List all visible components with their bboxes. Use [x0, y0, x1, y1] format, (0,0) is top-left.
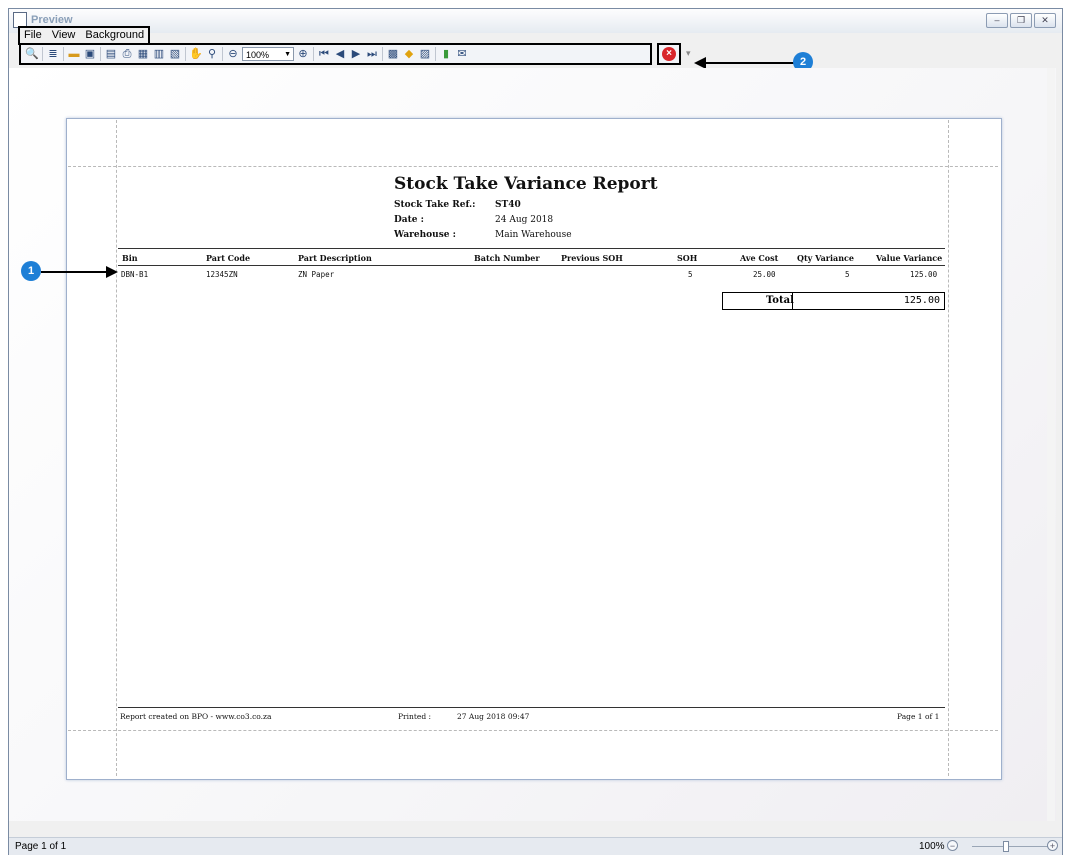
zoom-dropdown[interactable]: 100% ▼ [242, 47, 294, 61]
search-icon[interactable]: 🔍 [25, 47, 39, 61]
warehouse-value: Main Warehouse [495, 230, 572, 240]
magnifier-icon[interactable]: ⚲ [205, 47, 219, 61]
zoom-in-circle-button[interactable]: + [1047, 840, 1058, 851]
margin-guide-left [116, 120, 117, 776]
export-icon[interactable]: ▮ [439, 47, 453, 61]
close-window-button[interactable]: ✕ [1034, 13, 1056, 28]
zoom-in-icon[interactable]: ⊕ [296, 47, 310, 61]
menu-view[interactable]: View [52, 28, 76, 43]
vertical-scrollbar[interactable] [1047, 68, 1055, 821]
margin-guide-bottom [68, 730, 998, 731]
status-bar: Page 1 of 1 100% − + [9, 837, 1062, 855]
multiple-pages-icon[interactable]: ▩ [386, 47, 400, 61]
email-icon[interactable]: ✉ [455, 47, 469, 61]
print-icon[interactable]: ⎙ [120, 47, 134, 61]
footer-page: Page 1 of 1 [897, 712, 940, 721]
table-header-rule [118, 265, 945, 266]
close-preview-icon: × [662, 47, 676, 61]
ref-value: ST40 [495, 200, 521, 210]
minimize-button[interactable]: – [986, 13, 1008, 28]
total-value: 125.00 [903, 295, 940, 306]
zoom-slider-thumb[interactable] [1003, 841, 1009, 852]
margin-guide-right [948, 120, 949, 776]
footer-printed-label: Printed : [398, 712, 432, 721]
watermark-icon[interactable]: ▨ [418, 47, 432, 61]
footer-created: Report created on BPO - www.co3.co.za [120, 712, 272, 721]
date-label: Date : [394, 215, 424, 225]
col-header-value-variance: Value Variance [876, 253, 943, 263]
last-page-icon[interactable]: ⏭ [365, 47, 379, 61]
col-header-ave-cost: Ave Cost [740, 253, 779, 263]
callout-1-badge: 1 [21, 261, 41, 281]
row-soh: 5 [688, 270, 693, 279]
menu-background[interactable]: Background [85, 28, 144, 43]
zoom-dropdown-value: 100% [246, 50, 270, 60]
row-ave-cost: 25.00 [753, 270, 776, 279]
window-title: Preview [31, 14, 73, 26]
ref-label: Stock Take Ref.: [394, 200, 476, 210]
hand-tool-icon[interactable]: ✋ [189, 47, 203, 61]
callout-1-arrowhead [106, 266, 118, 278]
row-qty-variance: 5 [845, 270, 850, 279]
col-header-bin: Bin [122, 253, 138, 263]
title-bar: Preview – ❐ ✕ [9, 9, 1062, 33]
restore-button[interactable]: ❐ [1010, 13, 1032, 28]
margin-guide-top [68, 166, 998, 167]
row-bin: DBN-B1 [121, 270, 149, 279]
status-zoom-value: 100% [919, 841, 945, 852]
zoom-out-icon[interactable]: ⊖ [226, 47, 240, 61]
callout-1-line [41, 271, 107, 273]
warehouse-label: Warehouse : [394, 230, 456, 240]
header-footer-icon[interactable]: ▥ [152, 47, 166, 61]
row-description: ZN Paper [298, 270, 335, 279]
col-header-soh: SOH [677, 253, 698, 263]
status-page-indicator: Page 1 of 1 [15, 841, 67, 852]
col-header-batch-number: Batch Number [474, 253, 540, 263]
col-header-qty-variance: Qty Variance [797, 253, 854, 263]
quick-print-icon[interactable]: ▦ [136, 47, 150, 61]
col-header-part-code: Part Code [206, 253, 251, 263]
col-header-part-description: Part Description [298, 253, 372, 263]
footer-printed-value: 27 Aug 2018 09:47 [457, 712, 530, 721]
callout-2-line [706, 62, 794, 64]
total-box: Total 125.00 [722, 292, 945, 310]
close-preview-button[interactable]: × [657, 43, 681, 65]
date-value: 24 Aug 2018 [495, 215, 554, 225]
scale-icon[interactable]: ▧ [168, 47, 182, 61]
report-title: Stock Take Variance Report [394, 174, 658, 194]
zoom-out-circle-button[interactable]: − [947, 840, 958, 851]
first-page-icon[interactable]: ⏮ [317, 47, 331, 61]
row-part-code: 12345ZN [206, 270, 238, 279]
preview-toolbar: 🔍 ≣ ▬ ▣ ▤ ⎙ ▦ ▥ ▧ ✋ ⚲ ⊖ 100% ▼ ⊕ ⏮ ◀ ▶ ⏭ … [19, 43, 652, 65]
save-icon[interactable]: ▣ [83, 47, 97, 61]
chevron-down-icon: ▼ [284, 51, 291, 58]
find-icon[interactable]: ≣ [46, 47, 60, 61]
total-label: Total [766, 295, 794, 306]
next-page-icon[interactable]: ▶ [349, 47, 363, 61]
footer-rule [118, 707, 945, 708]
col-header-previous-soh: Previous SOH [561, 253, 623, 263]
menu-file[interactable]: File [24, 28, 42, 43]
table-top-rule [118, 248, 945, 249]
close-dropdown-arrow[interactable]: ▾ [686, 48, 691, 59]
row-value-variance: 125.00 [910, 270, 938, 279]
prev-page-icon[interactable]: ◀ [333, 47, 347, 61]
zoom-slider-track[interactable] [972, 846, 1052, 847]
open-icon[interactable]: ▬ [67, 47, 81, 61]
page-setup-icon[interactable]: ▤ [104, 47, 118, 61]
color-icon[interactable]: ◆ [402, 47, 416, 61]
